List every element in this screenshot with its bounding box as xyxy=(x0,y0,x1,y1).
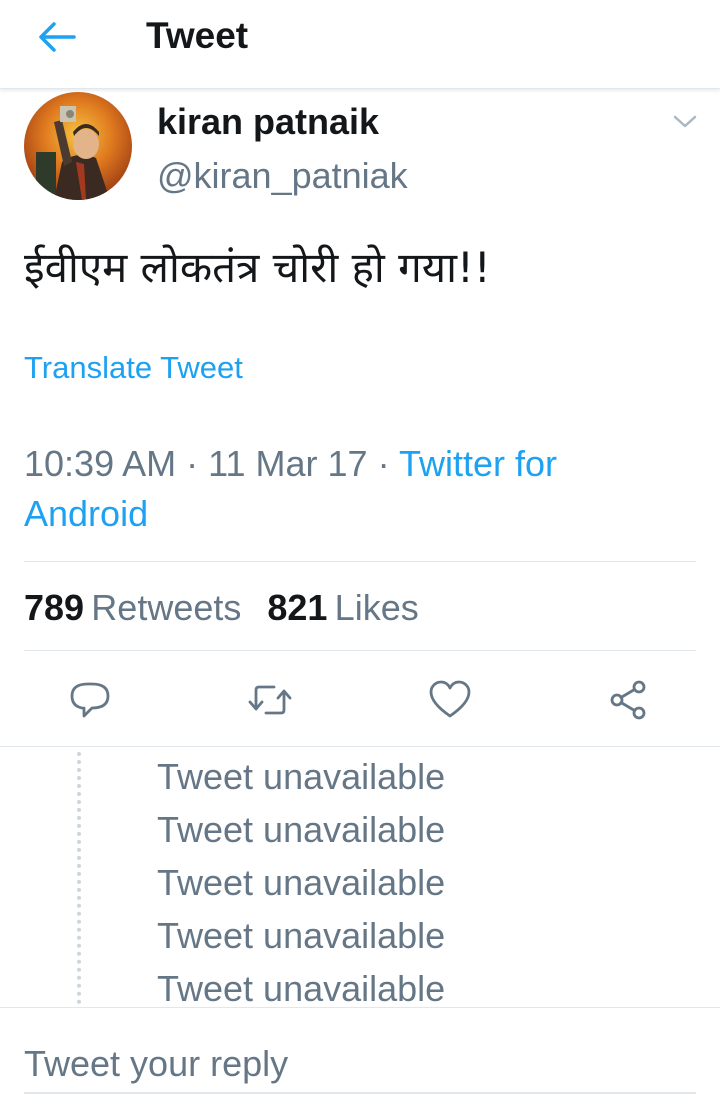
reply-button[interactable] xyxy=(66,676,114,724)
retweets-stat[interactable]: 789 Retweets xyxy=(24,587,241,628)
translate-tweet-link[interactable]: Translate Tweet xyxy=(24,348,243,388)
reply-input[interactable]: Tweet your reply xyxy=(24,1038,696,1094)
top-app-bar: Tweet xyxy=(0,0,720,89)
divider xyxy=(0,1007,720,1008)
author-name[interactable]: kiran patnaik xyxy=(157,101,379,143)
divider xyxy=(24,561,696,562)
thread-connector-line xyxy=(77,752,81,1004)
retweets-label: Retweets xyxy=(91,587,242,628)
reply-icon xyxy=(70,682,110,718)
tweet-stats: 789 Retweets 821 Likes xyxy=(24,585,419,631)
author-avatar[interactable] xyxy=(24,92,132,200)
unavailable-tweet[interactable]: Tweet unavailable xyxy=(157,861,445,905)
unavailable-tweet[interactable]: Tweet unavailable xyxy=(157,808,445,852)
tweet-metadata: 10:39 AM · 11 Mar 17 · Twitter for Andro… xyxy=(24,439,664,539)
separator: · xyxy=(186,443,199,484)
page-title: Tweet xyxy=(146,15,249,56)
tweet-text: ईवीएम लोकतंत्र चोरी हो गया!! xyxy=(24,243,491,292)
share-button[interactable] xyxy=(604,676,652,724)
back-button[interactable] xyxy=(34,14,80,60)
likes-count: 821 xyxy=(267,587,328,628)
tweet-time: 10:39 AM xyxy=(24,443,177,484)
retweet-icon xyxy=(248,685,292,715)
likes-stat[interactable]: 821 Likes xyxy=(267,587,418,628)
tweet-date: 11 Mar 17 xyxy=(208,443,368,484)
unavailable-tweet[interactable]: Tweet unavailable xyxy=(157,914,445,958)
retweet-button[interactable] xyxy=(246,676,294,724)
unavailable-tweet[interactable]: Tweet unavailable xyxy=(157,755,445,799)
author-handle[interactable]: @kiran_patniak xyxy=(157,155,408,197)
back-arrow-icon xyxy=(39,22,76,52)
chevron-down-icon xyxy=(673,115,697,128)
separator: · xyxy=(377,443,390,484)
like-button[interactable] xyxy=(426,676,474,724)
likes-label: Likes xyxy=(334,587,419,628)
tweet-options-button[interactable] xyxy=(668,108,702,136)
retweets-count: 789 xyxy=(24,587,85,628)
divider xyxy=(0,746,720,747)
tweet-detail-screen: Tweet kiran patnaik @kiran_patniak ईवीएम… xyxy=(0,0,720,1104)
share-icon xyxy=(610,680,646,720)
like-icon xyxy=(429,680,471,718)
divider xyxy=(24,650,696,651)
unavailable-tweet[interactable]: Tweet unavailable xyxy=(157,967,445,1011)
